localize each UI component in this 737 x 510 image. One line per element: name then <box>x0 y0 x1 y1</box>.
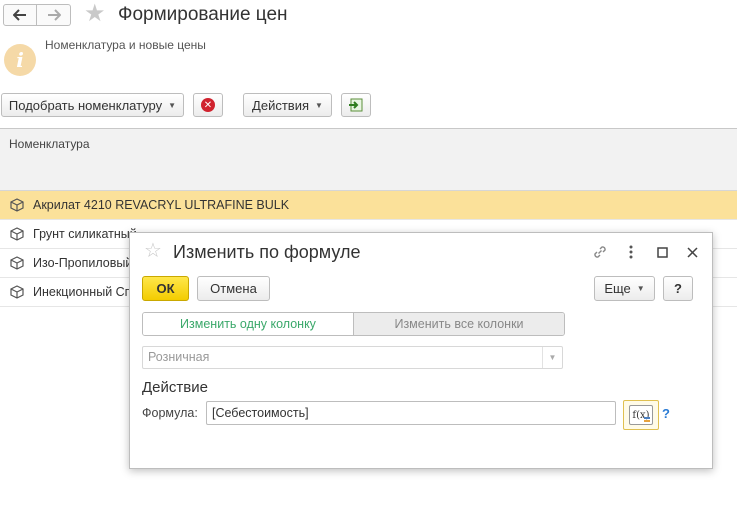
export-icon <box>349 98 363 112</box>
delete-button[interactable]: ✕ <box>193 93 223 117</box>
row-name: Акрилат 4210 REVACRYL ULTRAFINE BULK <box>33 198 290 212</box>
ok-button[interactable]: ОК <box>142 276 189 301</box>
pick-items-label: Подобрать номенклатуру <box>8 97 163 113</box>
link-button[interactable] <box>591 243 609 261</box>
chevron-down-icon: ▼ <box>168 100 177 110</box>
help-button[interactable]: ? <box>663 276 693 301</box>
cancel-button[interactable]: Отмена <box>197 276 270 301</box>
formula-label: Формула: <box>142 406 198 420</box>
pick-items-button[interactable]: Подобрать номенклатуру ▼ <box>1 93 184 117</box>
more-options-button[interactable] <box>622 243 640 261</box>
package-icon <box>10 285 24 299</box>
arrow-right-icon <box>47 9 61 21</box>
package-icon <box>10 256 24 270</box>
close-icon <box>686 246 698 258</box>
function-icon: f(x) <box>629 405 653 425</box>
formula-editor-button[interactable]: f(x) <box>623 400 659 430</box>
formula-dialog: ☆ Изменить по формуле ОК Отмена Еще ▼ ? … <box>129 232 713 469</box>
cancel-label: Отмена <box>210 281 257 296</box>
mode-switch: Изменить одну колонку Изменить все колон… <box>142 312 565 336</box>
actions-label: Действия <box>252 97 310 113</box>
more-label: Еще <box>604 281 631 296</box>
actions-button[interactable]: Действия ▼ <box>243 93 332 117</box>
dialog-title: Изменить по формуле <box>173 242 361 262</box>
page-title: Формирование цен <box>118 4 288 25</box>
price-type-select[interactable]: Розничная ▼ <box>142 346 563 369</box>
more-button[interactable]: Еще ▼ <box>594 276 655 301</box>
favorite-star-icon[interactable]: ★ <box>84 2 106 26</box>
back-button[interactable] <box>3 4 37 26</box>
chevron-down-icon: ▼ <box>636 284 645 293</box>
favorite-star-icon[interactable]: ☆ <box>144 241 162 261</box>
section-title: Действие <box>142 379 208 396</box>
package-icon <box>10 198 24 212</box>
table-row[interactable]: Акрилат 4210 REVACRYL ULTRAFINE BULK <box>0 191 737 220</box>
info-text: Номенклатура и новые цены <box>45 38 206 52</box>
info-icon: i <box>4 44 36 76</box>
formula-input[interactable]: [Себестоимость] <box>206 401 616 425</box>
arrow-left-icon <box>13 9 26 21</box>
formula-help-link[interactable]: ? <box>662 406 670 421</box>
tab-one-column[interactable]: Изменить одну колонку <box>143 313 353 335</box>
maximize-button[interactable] <box>653 243 671 261</box>
forward-button[interactable] <box>37 4 71 26</box>
maximize-icon <box>656 246 668 258</box>
package-icon <box>10 227 24 241</box>
link-icon <box>594 246 606 258</box>
close-button[interactable] <box>683 243 701 261</box>
tab-all-columns[interactable]: Изменить все колонки <box>353 313 564 335</box>
kebab-menu-icon <box>629 245 633 259</box>
row-name: Изо-Пропиловый <box>33 256 133 270</box>
delete-icon: ✕ <box>201 98 215 112</box>
price-type-value: Розничная <box>148 350 210 364</box>
chevron-down-icon: ▼ <box>315 100 323 110</box>
export-button[interactable] <box>341 93 371 117</box>
row-name: Инекционный Сп <box>33 285 132 299</box>
chevron-down-icon[interactable]: ▼ <box>542 347 562 368</box>
row-name: Грунт силикатный <box>33 227 137 241</box>
column-header-nomenclature[interactable]: Номенклатура <box>0 129 737 191</box>
navigation-buttons <box>3 4 71 26</box>
